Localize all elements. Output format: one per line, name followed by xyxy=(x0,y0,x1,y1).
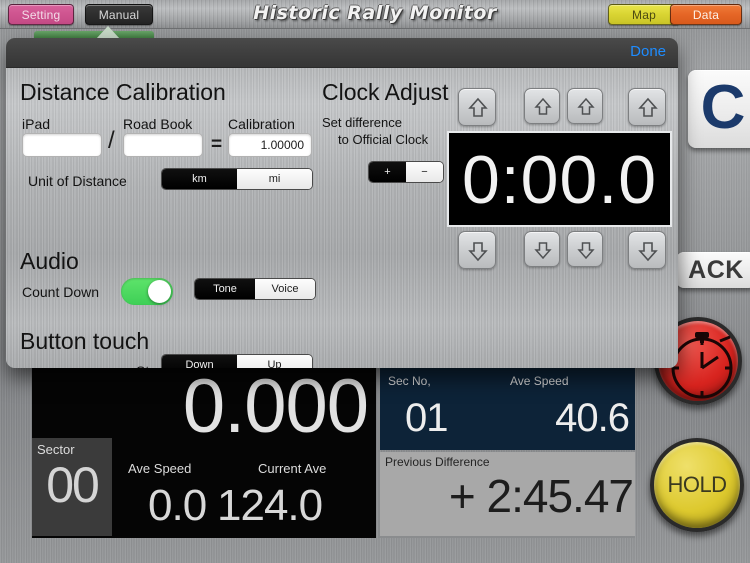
arrow-up-icon xyxy=(577,97,595,115)
unit-of-distance-segmented[interactable]: km mi xyxy=(161,168,313,190)
total-distance-value: 0.000 xyxy=(182,364,369,449)
clock-difference-value: 0:00.0 xyxy=(461,142,658,218)
sector-box: Sector 00 xyxy=(32,438,112,536)
hold-button-label: HOLD xyxy=(667,472,727,497)
current-ave-value: 124.0 xyxy=(217,481,323,530)
clock-sign-plus[interactable]: + xyxy=(369,162,406,182)
top-toolbar: Setting Manual Historic Rally Monitor Ma… xyxy=(0,0,750,29)
ipad-label: iPad xyxy=(22,116,51,132)
calibration-label: Calibration xyxy=(228,116,295,132)
arrow-down-icon xyxy=(638,242,658,262)
settings-popover: Done Distance Calibration iPad / Road Bo… xyxy=(6,38,678,368)
count-down-toggle[interactable] xyxy=(121,278,173,305)
popover-header: Done xyxy=(6,38,678,68)
clock-adjust-subtitle-1: Set difference xyxy=(322,115,402,130)
data-button[interactable]: Data xyxy=(670,4,742,25)
distance-calibration-title: Distance Calibration xyxy=(20,79,226,105)
distance-panel: 0.000 Sector 00 Ave Speed Current Ave 0.… xyxy=(32,364,376,538)
arrow-up-icon xyxy=(534,97,552,115)
clock-adjust-subtitle-2: to Official Clock xyxy=(338,132,429,147)
divide-slash: / xyxy=(108,127,115,154)
minutes-ones-down-button[interactable] xyxy=(567,231,603,267)
sec-no-value: 01 xyxy=(405,396,448,440)
minutes-tens-up-button[interactable] xyxy=(524,88,560,124)
equals-sign: = xyxy=(211,134,223,155)
minutes-tens-down-button[interactable] xyxy=(524,231,560,267)
current-ave-label: Current Ave xyxy=(258,461,327,476)
unit-option-km[interactable]: km xyxy=(162,169,237,189)
clock-sign-minus[interactable]: − xyxy=(406,162,443,182)
back-button-label: ACK xyxy=(688,256,744,284)
arrow-down-icon xyxy=(534,242,552,260)
popover-body: Distance Calibration iPad / Road Book = … xyxy=(6,68,678,368)
section-panel: Sec No, Ave Speed 01 40.6 xyxy=(378,368,635,450)
arrow-down-icon xyxy=(577,242,595,260)
start-option-down[interactable]: Down xyxy=(162,355,237,368)
sector-label: Sector xyxy=(37,442,75,457)
previous-difference-label: Previous Difference xyxy=(385,455,490,469)
button-touch-title: Button touch xyxy=(20,328,150,354)
clock-sign-segmented[interactable]: + − xyxy=(368,161,444,183)
road-book-field-value xyxy=(124,134,202,138)
road-book-label: Road Book xyxy=(123,116,193,132)
seconds-up-button[interactable] xyxy=(628,88,666,126)
sound-option-voice[interactable]: Voice xyxy=(255,279,315,299)
start-touch-segmented[interactable]: Down Up xyxy=(161,354,313,368)
sector-value: 00 xyxy=(46,457,100,513)
clock-difference-display: 0:00.0 xyxy=(447,131,672,227)
audio-title: Audio xyxy=(20,248,79,274)
left-ave-speed-value: 0.0 xyxy=(148,481,207,530)
sec-ave-speed-value: 40.6 xyxy=(555,396,630,440)
hold-button[interactable]: HOLD xyxy=(650,438,744,532)
previous-difference-panel: Previous Difference + 2:45.47 xyxy=(378,452,635,538)
arrow-up-icon xyxy=(638,97,658,117)
audio-sound-segmented[interactable]: Tone Voice xyxy=(194,278,316,300)
sec-ave-speed-label: Ave Speed xyxy=(510,374,569,388)
unit-option-mi[interactable]: mi xyxy=(237,169,312,189)
arrow-down-icon xyxy=(468,242,488,262)
ipad-field[interactable] xyxy=(22,133,102,157)
back-button[interactable]: ACK xyxy=(676,252,750,288)
left-ave-speed-label: Ave Speed xyxy=(128,461,192,476)
previous-difference-value: + 2:45.47 xyxy=(448,470,634,522)
app-root: Setting Manual Historic Rally Monitor Ma… xyxy=(0,0,750,563)
sound-option-tone[interactable]: Tone xyxy=(195,279,255,299)
calibration-field[interactable]: 1.00000 xyxy=(228,133,312,157)
clear-button[interactable]: C xyxy=(688,70,750,148)
ipad-field-value xyxy=(23,134,101,138)
unit-of-distance-label: Unit of Distance xyxy=(28,173,127,189)
clock-adjust-title: Clock Adjust xyxy=(322,79,449,105)
seconds-down-button[interactable] xyxy=(628,231,666,269)
minutes-ones-up-button[interactable] xyxy=(567,88,603,124)
hours-down-button[interactable] xyxy=(458,231,496,269)
sec-no-label: Sec No, xyxy=(388,374,431,388)
arrow-up-icon xyxy=(468,97,488,117)
done-button[interactable]: Done xyxy=(630,43,666,60)
count-down-label: Count Down xyxy=(22,284,100,300)
start-option-up[interactable]: Up xyxy=(237,355,312,368)
road-book-field[interactable] xyxy=(123,133,203,157)
hours-up-button[interactable] xyxy=(458,88,496,126)
calibration-field-value: 1.00000 xyxy=(260,138,304,152)
toggle-knob xyxy=(148,280,171,303)
clear-button-label: C xyxy=(700,73,746,142)
